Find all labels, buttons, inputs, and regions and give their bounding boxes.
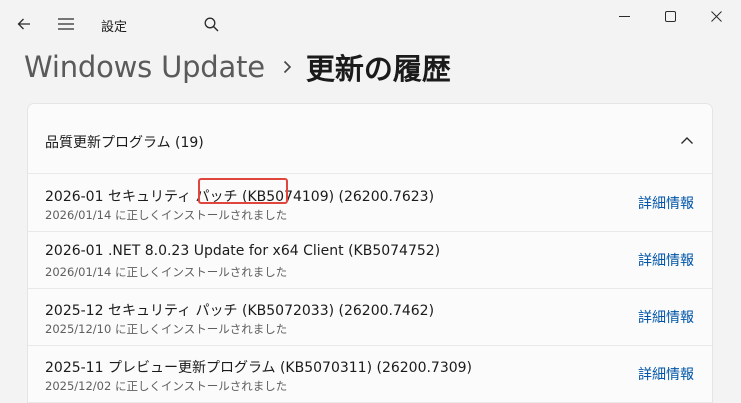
back-arrow-icon (17, 18, 30, 30)
title-bar: 設定 (0, 0, 741, 48)
chevron-up-icon (681, 136, 693, 144)
app-title: 設定 (101, 20, 128, 35)
update-install-status: 2026/01/14 に正しくインストールされました (45, 265, 288, 279)
details-link[interactable]: 詳細情報 (638, 250, 694, 270)
details-link[interactable]: 詳細情報 (638, 364, 694, 384)
update-install-status: 2025/12/10 に正しくインストールされました (45, 322, 288, 336)
minimize-icon (618, 15, 630, 17)
section-title: 品質更新プログラム (19) (45, 135, 204, 151)
section-header[interactable]: 品質更新プログラム (19) (28, 104, 712, 174)
search-icon (204, 17, 218, 31)
collapse-button[interactable] (673, 128, 701, 152)
update-row: 2026-01 セキュリティ パッチ (KB5074109) (26200.76… (28, 175, 712, 232)
page-title: 更新の履歴 (305, 52, 451, 86)
navigation-menu-button[interactable] (51, 9, 81, 39)
update-title: 2025-12 セキュリティ パッチ (KB5072033) (26200.74… (45, 303, 435, 319)
maximize-button[interactable] (646, 0, 694, 32)
quality-updates-section: 品質更新プログラム (19) 2026-01 セキュリティ パッチ (KB507… (27, 103, 713, 403)
breadcrumb-separator (283, 60, 292, 74)
kb-highlight-box (198, 178, 288, 204)
update-row: 2025-12 セキュリティ パッチ (KB5072033) (26200.74… (28, 289, 712, 346)
back-button[interactable] (9, 9, 39, 39)
update-title: 2025-11 プレビュー更新プログラム (KB5070311) (26200.… (45, 360, 473, 376)
chevron-right-icon (283, 60, 292, 74)
settings-window: 設定 Windows Update 更新の履歴 品質更新プログラム (19) 2… (0, 0, 741, 403)
close-button[interactable] (692, 0, 740, 32)
breadcrumb-windows-update[interactable]: Windows Update (24, 50, 265, 84)
update-install-status: 2025/12/02 に正しくインストールされました (45, 379, 288, 393)
update-title: 2026-01 .NET 8.0.23 Update for x64 Clien… (45, 243, 441, 259)
details-link[interactable]: 詳細情報 (638, 193, 694, 213)
maximize-icon (664, 10, 676, 22)
breadcrumb: Windows Update 更新の履歴 (24, 44, 451, 90)
update-row: 2025-11 プレビュー更新プログラム (KB5070311) (26200.… (28, 346, 712, 403)
close-icon (710, 10, 722, 22)
search-button[interactable] (196, 9, 226, 39)
minimize-button[interactable] (600, 0, 648, 32)
hamburger-menu-icon (58, 18, 74, 30)
details-link[interactable]: 詳細情報 (638, 307, 694, 327)
update-row: 2026-01 .NET 8.0.23 Update for x64 Clien… (28, 232, 712, 289)
update-install-status: 2026/01/14 に正しくインストールされました (45, 208, 288, 222)
